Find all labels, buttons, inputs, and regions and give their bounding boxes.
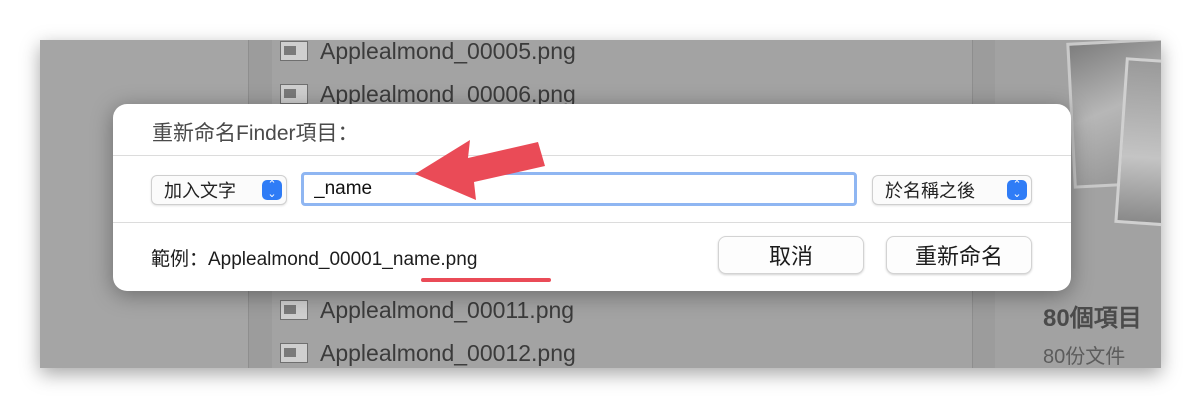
chevron-updown-icon: ⌃ ⌄ — [1007, 180, 1027, 200]
chevron-updown-icon: ⌃ ⌄ — [262, 180, 282, 200]
action-select[interactable]: 加入文字 ⌃ ⌄ — [151, 175, 287, 205]
file-name: Applealmond_00005.png — [320, 37, 576, 64]
annotation-underline — [421, 278, 551, 282]
list-item[interactable]: Applealmond_00005.png — [280, 34, 576, 68]
image-file-icon — [280, 343, 308, 363]
list-item[interactable]: Applealmond_00012.png — [280, 336, 576, 370]
example-preview: 範例：Applealmond_00001_name.png — [151, 249, 478, 270]
item-kind: 80份文件 — [1043, 346, 1126, 368]
rename-text-input[interactable] — [301, 172, 857, 206]
image-file-icon — [280, 41, 308, 61]
file-name: Applealmond_00012.png — [320, 339, 576, 366]
image-file-icon — [280, 84, 308, 104]
position-select-value: 於名稱之後 — [885, 181, 975, 201]
divider — [113, 155, 1071, 156]
red-arrow-icon — [415, 140, 545, 200]
action-select-value: 加入文字 — [164, 181, 236, 201]
image-file-icon — [280, 300, 308, 320]
cancel-button[interactable]: 取消 — [718, 236, 864, 274]
file-name: Applealmond_00011.png — [320, 296, 575, 323]
position-select[interactable]: 於名稱之後 ⌃ ⌄ — [872, 175, 1032, 205]
rename-dialog: 重新命名Finder項目： 加入文字 ⌃⌄ 於名稱之後 ⌃⌄ 範例：Applea… — [113, 104, 1071, 291]
list-item[interactable]: Applealmond_00011.png — [280, 293, 574, 327]
item-count: 80個項目 — [1043, 305, 1142, 332]
rename-button[interactable]: 重新命名 — [886, 236, 1032, 274]
dialog-title: 重新命名Finder項目： — [152, 122, 359, 145]
divider — [113, 222, 1071, 223]
